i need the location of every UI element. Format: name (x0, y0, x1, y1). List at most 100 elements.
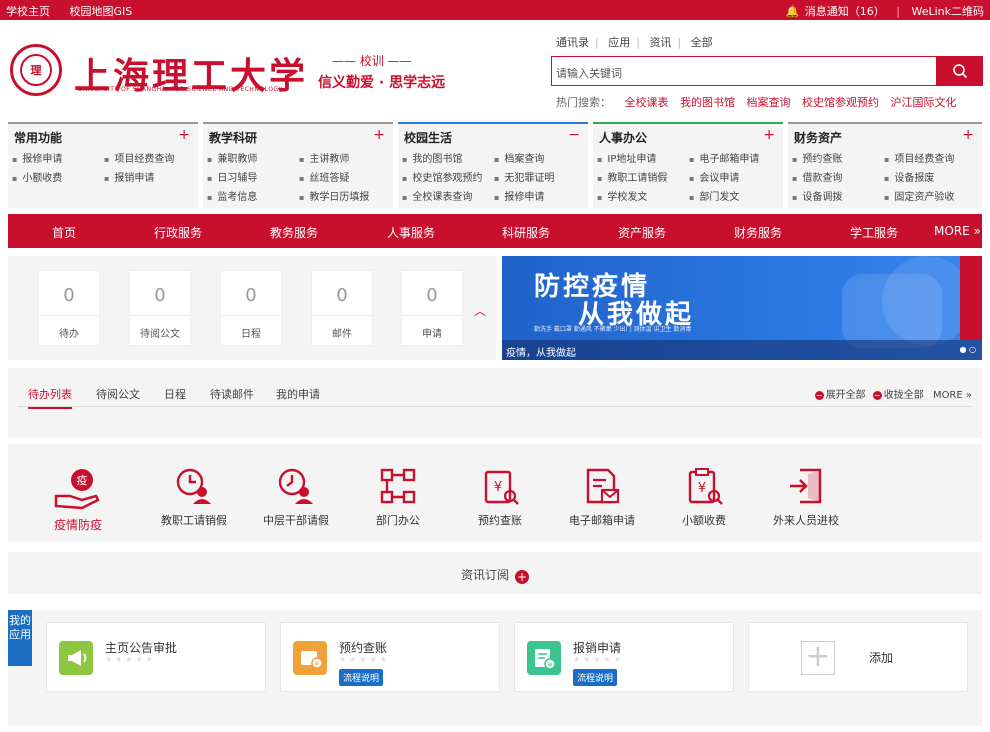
banner-subtext: 勤洗手 戴口罩 勤通风 不聚集 少出门 测体温 讲卫生 勤消毒 (534, 326, 692, 333)
rating-stars[interactable]: ★★★★★ (573, 655, 624, 664)
stat-mail[interactable]: 0 邮件 (311, 270, 373, 346)
banner-carousel[interactable]: 防控疫情 从我做起 勤洗手 戴口罩 勤通风 不聚集 少出门 测体温 讲卫生 勤消… (502, 256, 982, 360)
stat-apply[interactable]: 0 申请 (401, 270, 463, 346)
nav-home[interactable]: 首页 (52, 224, 76, 241)
carousel-dots[interactable]: ● ○ (959, 345, 976, 354)
rating-stars[interactable]: ★★★★★ (339, 655, 390, 664)
collapse-button[interactable]: − (568, 127, 580, 143)
nav-research-service[interactable]: 科研服务 (502, 224, 550, 241)
quick-link[interactable]: 报销申请 (104, 169, 196, 188)
quick-link[interactable]: 会议申请 (689, 169, 781, 188)
quick-panel-title: 人事办公 (599, 131, 648, 145)
app-staff-leave[interactable]: 教职工请销假 (144, 466, 244, 528)
tabs-more-link[interactable]: MORE » (933, 390, 972, 401)
app-reserve-account[interactable]: ¥ 预约查账 (450, 466, 550, 528)
quick-link[interactable]: 电子邮箱申请 (689, 150, 781, 169)
stat-todo[interactable]: 0 待办 (38, 270, 100, 346)
process-description-badge[interactable]: 流程说明 (339, 669, 384, 686)
quick-link[interactable]: 档案查询 (494, 150, 586, 169)
quick-link[interactable]: 兼职教师 (207, 150, 299, 169)
quick-link[interactable]: 教学日历填报 (299, 188, 391, 207)
quick-link[interactable]: 学校发文 (597, 188, 689, 207)
quick-link[interactable]: IP地址申请 (597, 150, 689, 169)
quick-link[interactable]: 项目经费查询 (884, 150, 976, 169)
search-input[interactable]: 请输入关键词 (551, 56, 937, 86)
quick-link[interactable]: 主讲教师 (299, 150, 391, 169)
app-email-apply[interactable]: 电子邮箱申请 (552, 466, 652, 528)
quick-link[interactable]: 报修申请 (12, 150, 104, 169)
university-name-en: UNIVERSITY OF SHANGHAI FOR SCIENCE AND T… (78, 86, 283, 93)
tab-unread-mail[interactable]: 待读邮件 (210, 386, 254, 402)
quick-link[interactable]: 借款查询 (792, 169, 884, 188)
hot-keyword[interactable]: 校史馆参观预约 (802, 96, 879, 109)
process-description-badge[interactable]: 流程说明 (573, 669, 618, 686)
quick-link[interactable]: 项目经费查询 (104, 150, 196, 169)
quick-link[interactable]: 监考信息 (207, 188, 299, 207)
hot-keyword[interactable]: 沪江国际文化 (891, 96, 957, 109)
door-enter-icon (790, 468, 822, 504)
quick-link[interactable]: 校史馆参观预约 (402, 169, 494, 188)
plus-icon[interactable]: + (515, 570, 529, 584)
stat-docs[interactable]: 0 待阅公文 (129, 270, 191, 346)
school-home-link[interactable]: 学校主页 (6, 5, 50, 18)
app-epidemic[interactable]: 疫 疫情防疫 (28, 466, 128, 533)
news-subscribe-bar[interactable]: 资讯订阅 + (8, 552, 982, 594)
quick-link[interactable]: 我的图书馆 (402, 150, 494, 169)
quick-link[interactable]: 无犯罪证明 (494, 169, 586, 188)
top-link-news[interactable]: 资讯 (649, 36, 671, 49)
quick-link[interactable]: 固定资产验收 (884, 188, 976, 207)
nav-academic-service[interactable]: 教务服务 (270, 224, 318, 241)
banner-caption[interactable]: 疫情，从我做起 (502, 340, 982, 360)
app-small-fee[interactable]: ¥ 小额收费 (654, 466, 754, 528)
hot-keyword[interactable]: 全校课表 (625, 96, 669, 109)
nav-more[interactable]: MORE » (934, 224, 981, 238)
svg-text:疫: 疫 (77, 473, 88, 487)
add-app-card[interactable]: + 添加 (748, 622, 968, 692)
app-department-office[interactable]: 部门办公 (348, 466, 448, 528)
chevron-up-icon[interactable]: ︿ (474, 302, 486, 319)
hot-keyword[interactable]: 档案查询 (747, 96, 791, 109)
my-app-card[interactable]: ¥ 预约查账 ★★★★★ 流程说明 (280, 622, 500, 692)
app-cadre-leave[interactable]: 中层干部请假 (246, 466, 346, 528)
expand-button[interactable]: + (178, 127, 190, 143)
my-app-card[interactable]: ¥ 报销申请 ★★★★★ 流程说明 (514, 622, 734, 692)
nav-finance-service[interactable]: 财务服务 (734, 224, 782, 241)
my-app-card[interactable]: 主页公告审批 ★★★★★ (46, 622, 266, 692)
expand-all-button[interactable]: 展开全部 (826, 390, 866, 401)
nav-student-service[interactable]: 学工服务 (850, 224, 898, 241)
quick-link[interactable]: 部门发文 (689, 188, 781, 207)
tab-my-applications[interactable]: 我的申请 (276, 386, 320, 402)
quick-link[interactable]: 报修申请 (494, 188, 586, 207)
quick-link[interactable]: 设备调拨 (792, 188, 884, 207)
stats-panel: 0 待办 0 待阅公文 0 日程 0 邮件 0 申请 ︿ (8, 256, 496, 360)
tab-pending-docs[interactable]: 待阅公文 (96, 386, 140, 402)
top-link-contacts[interactable]: 通讯录 (556, 36, 589, 49)
campus-map-link[interactable]: 校园地图GIS (70, 5, 133, 18)
welink-qr-link[interactable]: WeLink二维码 (911, 5, 984, 18)
expand-button[interactable]: + (962, 127, 974, 143)
top-link-all[interactable]: 全部 (691, 36, 713, 49)
nav-admin-service[interactable]: 行政服务 (154, 224, 202, 241)
stat-schedule[interactable]: 0 日程 (220, 270, 282, 346)
plus-icon: + (801, 641, 835, 675)
notice-link[interactable]: 消息通知（16） (805, 5, 885, 18)
quick-link[interactable]: 小额收费 (12, 169, 104, 188)
expand-button[interactable]: + (763, 127, 775, 143)
app-visitor-entry[interactable]: 外来人员进校 (756, 466, 856, 528)
rating-stars[interactable]: ★★★★★ (105, 655, 156, 664)
nav-asset-service[interactable]: 资产服务 (618, 224, 666, 241)
service-icons: 疫 疫情防疫 教职工请销假 中层干部请假 部门办公 ¥ 预约查账 电子邮箱申请 … (8, 444, 982, 542)
collapse-all-button[interactable]: 收拢全部 (884, 390, 924, 401)
hot-keyword[interactable]: 我的图书馆 (680, 96, 735, 109)
quick-link[interactable]: 日习辅导 (207, 169, 299, 188)
quick-link[interactable]: 丝班答疑 (299, 169, 391, 188)
quick-link[interactable]: 设备报废 (884, 169, 976, 188)
quick-link[interactable]: 预约查账 (792, 150, 884, 169)
quick-link[interactable]: 全校课表查询 (402, 188, 494, 207)
tab-schedule[interactable]: 日程 (164, 386, 186, 402)
quick-link[interactable]: 教职工请销假 (597, 169, 689, 188)
nav-hr-service[interactable]: 人事服务 (387, 224, 435, 241)
search-button[interactable] (937, 56, 983, 86)
top-link-apps[interactable]: 应用 (608, 36, 630, 49)
expand-button[interactable]: + (373, 127, 385, 143)
